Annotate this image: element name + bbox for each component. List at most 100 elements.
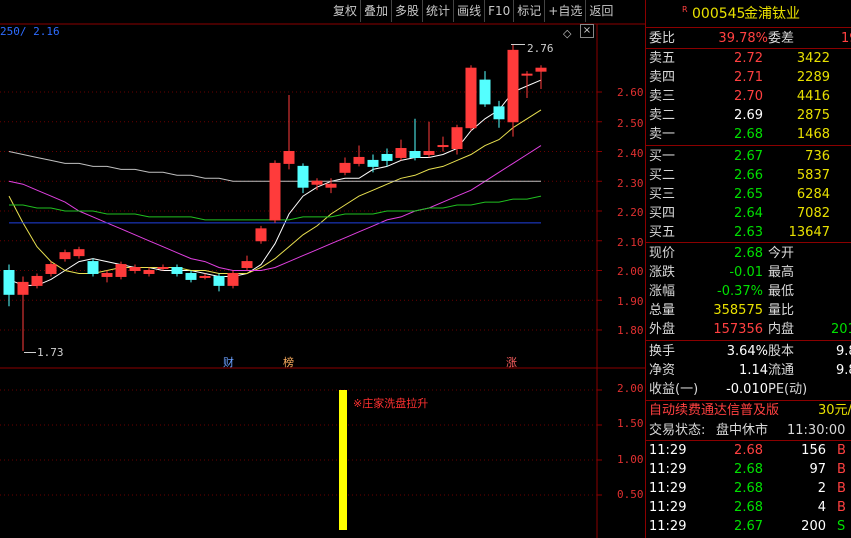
divider: [646, 242, 851, 243]
level-price: 2.72: [734, 51, 763, 66]
level-volume: 7082: [796, 206, 830, 221]
level-price: 2.68: [734, 127, 763, 142]
ratio-value: 39.78%: [718, 31, 768, 46]
tick-volume: 156: [801, 443, 826, 458]
price-tick: 2.40: [617, 147, 644, 160]
close-icon[interactable]: ×: [580, 24, 594, 38]
tick-side: S: [837, 519, 846, 534]
candle-body: [479, 79, 491, 105]
candle-body: [507, 49, 519, 123]
level-label: 买四: [649, 206, 676, 221]
quote-panel: R 000545 金浦钛业 委比 39.78% 委差 19 卖五 2.72 3422…: [645, 0, 851, 538]
level-volume: 6284: [796, 187, 830, 202]
candle-body: [437, 145, 449, 148]
candle-body: [213, 275, 225, 286]
level-price: 2.66: [734, 168, 763, 183]
toolbar-add-watchlist-button[interactable]: +自选: [544, 0, 585, 22]
change-label: 涨跌: [649, 265, 676, 280]
toolbar-fuquan-button[interactable]: 复权: [330, 0, 360, 22]
candle-body: [535, 67, 547, 72]
event-marker-rank[interactable]: 榜: [283, 354, 294, 370]
toolbar-draw-line-button[interactable]: 画线: [453, 0, 484, 22]
toolbar-multi-stock-button[interactable]: 多股: [391, 0, 422, 22]
candle-body: [199, 275, 211, 278]
open-label: 今开: [768, 246, 795, 261]
order-ratio-row: 委比 39.78% 委差 19: [646, 29, 851, 48]
candle-body: [129, 267, 141, 271]
tick-time: 11:29: [649, 481, 687, 496]
promo-text[interactable]: 自动续费通达信普及版: [649, 401, 779, 420]
tick-row: 11:29 2.68 97 B: [646, 460, 851, 479]
price-tick: 2.30: [617, 177, 644, 190]
candle-body: [115, 264, 127, 277]
chart-grid: [0, 23, 645, 538]
candle-body: [409, 151, 421, 158]
sell-row-5[interactable]: 卖五 2.72 3422: [646, 49, 851, 68]
diamond-icon[interactable]: ◇: [563, 27, 571, 40]
candle-body: [395, 148, 407, 158]
sell-row-3[interactable]: 卖三 2.70 4416: [646, 87, 851, 106]
sell-row-2[interactable]: 卖二 2.69 2875: [646, 106, 851, 125]
level-volume: 1468: [796, 127, 830, 142]
level-volume: 3422: [796, 51, 830, 66]
event-marker-rise[interactable]: 涨: [506, 354, 517, 370]
sell-row-1[interactable]: 卖一 2.68 1468: [646, 125, 851, 144]
tick-row: 11:29 2.67 200 S: [646, 517, 851, 536]
tick-time: 11:29: [649, 500, 687, 515]
stock-code: 000545: [692, 6, 746, 22]
tick-volume: 97: [809, 462, 826, 477]
price-label: 现价: [649, 246, 676, 261]
price-tick: 1.90: [617, 295, 644, 308]
stats-turnover-row: 换手 3.64% 股本 9.8: [646, 342, 851, 361]
buy-row-3[interactable]: 买三 2.65 6284: [646, 185, 851, 204]
pct-label: 涨幅: [649, 284, 676, 299]
candle-body: [451, 127, 463, 150]
toolbar-back-button[interactable]: 返回: [585, 0, 616, 22]
candle-body: [3, 270, 15, 295]
tick-price: 2.68: [734, 462, 763, 477]
buy-row-1[interactable]: 买一 2.67 736: [646, 147, 851, 166]
candle-body: [241, 261, 253, 269]
candle-body: [73, 249, 85, 257]
tick-price: 2.68: [734, 481, 763, 496]
price-value: 2.68: [734, 246, 763, 261]
level-label: 卖二: [649, 108, 676, 123]
candle-body: [31, 275, 43, 286]
buy-row-5[interactable]: 买五 2.63 13647: [646, 223, 851, 242]
candle-body: [59, 252, 71, 260]
volume-value: 358575: [713, 303, 763, 318]
equity-label: 股本: [768, 344, 795, 359]
toolbar-stats-button[interactable]: 统计: [422, 0, 453, 22]
tick-time: 11:29: [649, 519, 687, 534]
sell-row-4[interactable]: 卖四 2.71 2289: [646, 68, 851, 87]
diff-value: 19: [841, 31, 851, 46]
trade-status-row: 交易状态: 盘中休市 11:30:00: [646, 421, 851, 440]
net-label: 净资: [649, 363, 676, 378]
stock-header: R 000545 金浦钛业: [646, 3, 851, 25]
level-label: 卖四: [649, 70, 676, 85]
buy-row-4[interactable]: 买四 2.64 7082: [646, 204, 851, 223]
buy-row-2[interactable]: 买二 2.66 5837: [646, 166, 851, 185]
toolbar-overlay-button[interactable]: 叠加: [360, 0, 391, 22]
volume-label: 总量: [649, 303, 676, 318]
promo-row[interactable]: 自动续费通达信普及版 30元/: [646, 401, 851, 420]
candle-body: [423, 151, 435, 155]
candle-body: [311, 180, 323, 185]
stats-eps-row: 收益(一) -0.010 PE(动): [646, 380, 851, 399]
indicator-subchart: [339, 390, 347, 530]
toolbar-mark-button[interactable]: 标记: [513, 0, 544, 22]
candle-body: [339, 162, 351, 173]
low-label: 最低: [768, 284, 795, 299]
candle-body: [171, 267, 183, 274]
inner-label: 内盘: [768, 322, 795, 337]
sub-tick: 1.00: [617, 453, 644, 466]
promo-price[interactable]: 30元/: [818, 401, 851, 420]
kline-chart[interactable]: [0, 0, 645, 538]
toolbar-f10-button[interactable]: F10: [484, 0, 513, 22]
price-tick: 2.00: [617, 265, 644, 278]
event-marker-finance[interactable]: 财: [223, 354, 234, 370]
level-label: 买一: [649, 149, 676, 164]
tick-row: 11:29 2.68 4 B: [646, 498, 851, 517]
ma-legend: 250/ 2.16: [0, 25, 60, 38]
high-pointer: [511, 44, 525, 45]
